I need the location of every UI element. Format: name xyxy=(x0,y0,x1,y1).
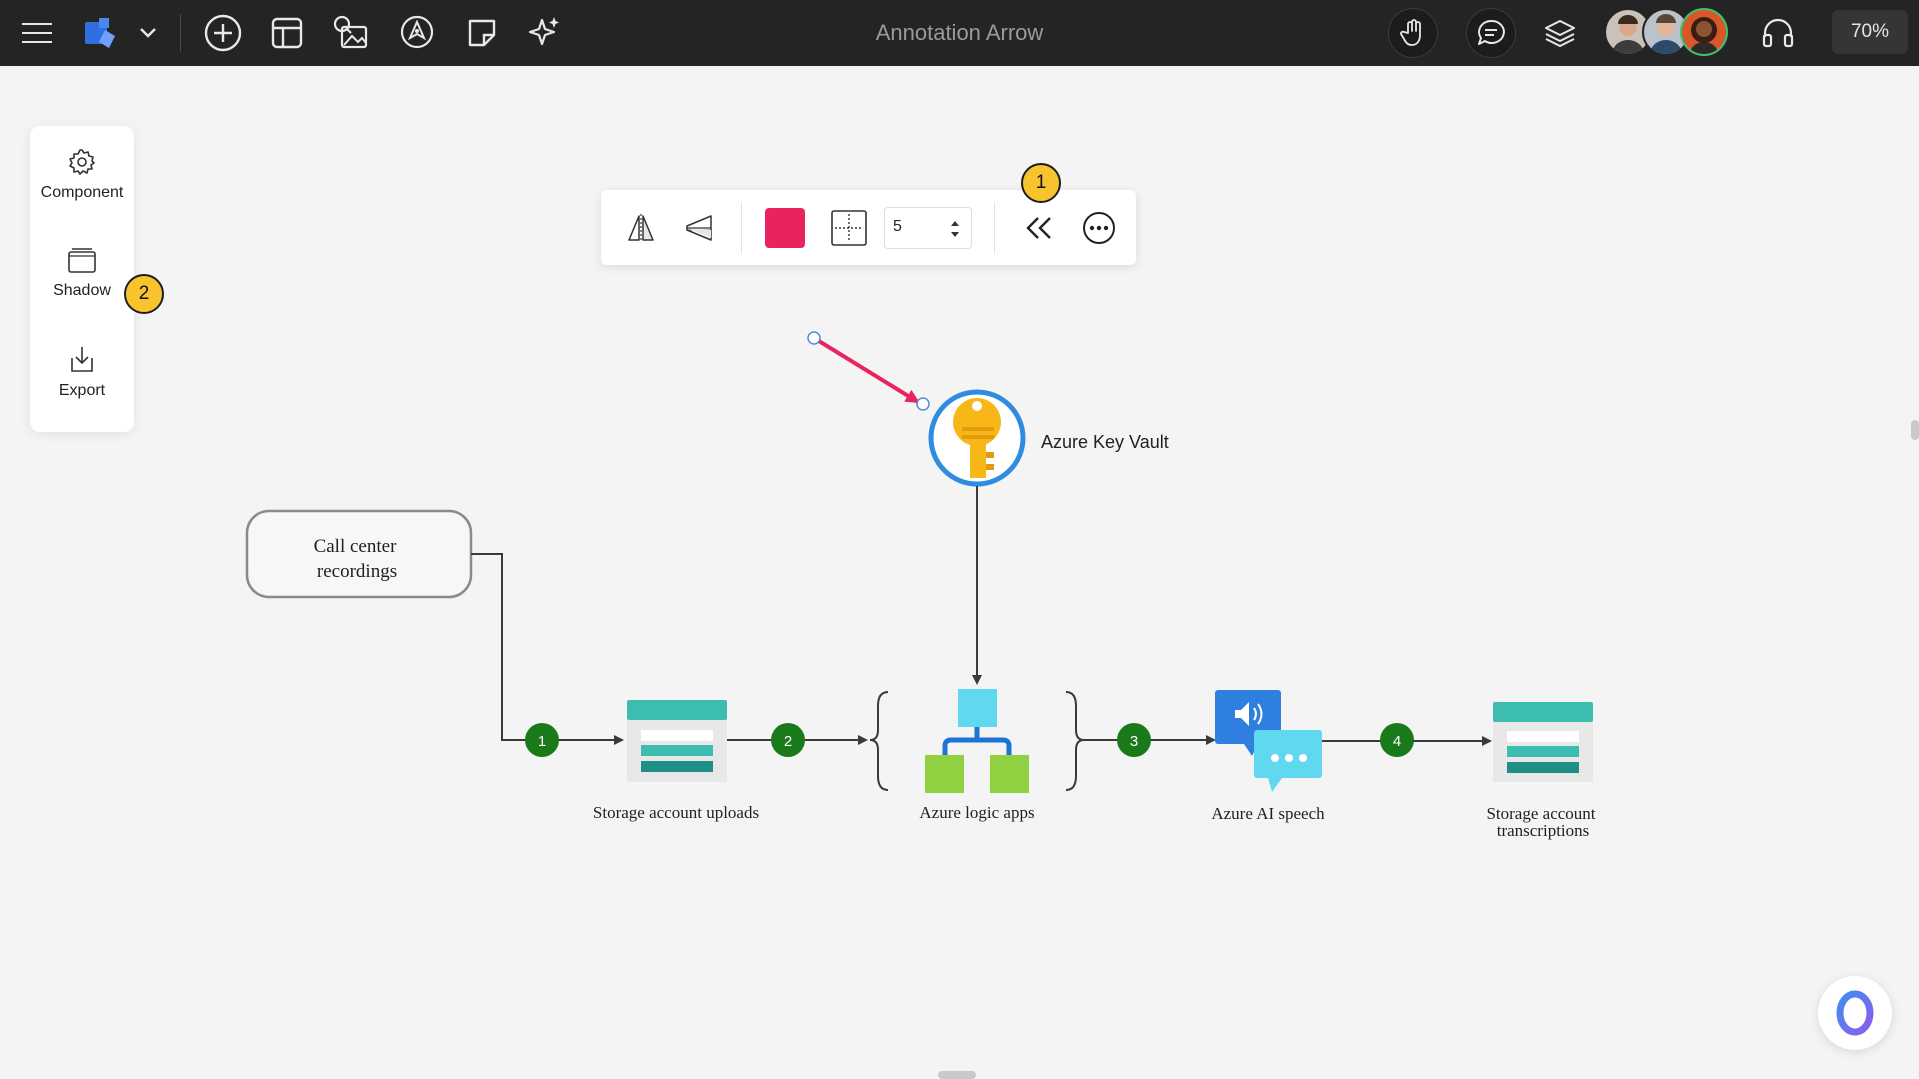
step-number: 4 xyxy=(1393,733,1401,750)
vertical-scrollbar[interactable] xyxy=(1911,420,1919,440)
storage-transcriptions-label: transcriptions xyxy=(1497,821,1590,840)
group-brace-right xyxy=(1065,691,1085,791)
ai-speech-label: Azure AI speech xyxy=(1211,804,1325,823)
arrow-end-handle[interactable] xyxy=(916,397,930,411)
assistant-logo-icon xyxy=(1836,990,1874,1036)
storage-account-icon[interactable] xyxy=(627,700,727,782)
assistant-button[interactable] xyxy=(1818,976,1892,1050)
logic-apps-icon[interactable] xyxy=(925,689,1029,793)
step-number: 3 xyxy=(1130,733,1138,750)
ai-speech-icon[interactable] xyxy=(1215,690,1322,792)
logic-apps-label: Azure logic apps xyxy=(919,803,1034,822)
storage-account-icon[interactable] xyxy=(1493,702,1593,782)
key-vault-icon[interactable] xyxy=(928,389,1026,487)
step-number: 1 xyxy=(538,733,546,750)
arrow-start-handle[interactable] xyxy=(807,331,821,345)
step-number: 2 xyxy=(784,733,792,750)
horizontal-scrollbar[interactable] xyxy=(938,1071,976,1079)
call-center-label: recordings xyxy=(317,561,397,582)
call-center-label: Call center xyxy=(314,536,397,557)
key-vault-label: Azure Key Vault xyxy=(1041,432,1169,452)
architecture-diagram: Azure Key Vault Call center recordings 1… xyxy=(245,331,1596,840)
group-brace-left xyxy=(869,691,889,791)
storage-uploads-label: Storage account uploads xyxy=(593,803,759,822)
connector xyxy=(471,553,624,745)
annotation-arrow[interactable] xyxy=(812,336,920,404)
